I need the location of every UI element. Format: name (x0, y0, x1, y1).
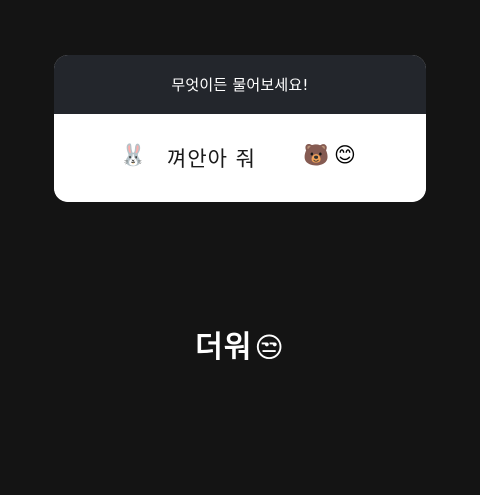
story-screen: 무엇이든 물어보세요! 🐰 껴안아 줘 🐻 😊 더워😒 (0, 0, 480, 495)
answer-text: 껴안아 줘 (167, 147, 256, 171)
smile-emoji-icon: 😊 (334, 143, 356, 167)
question-sticker-header: 무엇이든 물어보세요! (54, 55, 426, 114)
question-sticker[interactable]: 무엇이든 물어보세요! 🐰 껴안아 줘 🐻 😊 (54, 55, 426, 202)
rabbit-emoji-icon: 🐰 (120, 143, 147, 167)
question-sticker-title: 무엇이든 물어보세요! (171, 76, 309, 94)
story-caption[interactable]: 더워😒 (0, 322, 480, 366)
unamused-emoji-icon: 😒 (254, 331, 285, 364)
question-sticker-answer: 🐰 껴안아 줘 🐻 😊 (54, 114, 426, 202)
bear-emoji-icon: 🐻 (303, 143, 330, 167)
caption-text: 더워 (195, 330, 253, 365)
